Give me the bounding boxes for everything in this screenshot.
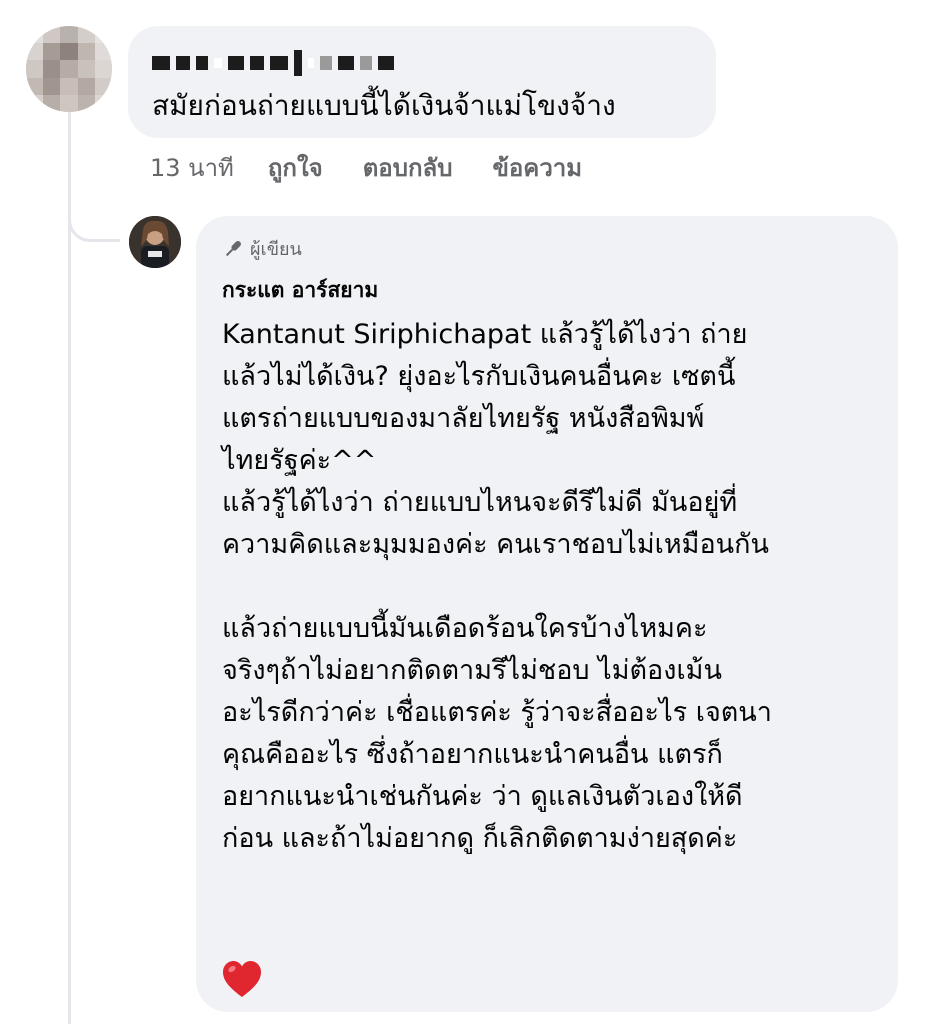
author-photo-icon bbox=[129, 216, 181, 268]
reply-author-name[interactable]: กระแต อาร์สยาม bbox=[222, 274, 378, 307]
reply-line: อะไรดีกว่าค่ะ เชื่อแตรค่ะ รู้ว่าจะสื่ออะ… bbox=[222, 697, 772, 728]
reply-line: Kantanut Siriphichapat แล้วรู้ได้ไงว่า ถ… bbox=[222, 319, 748, 350]
reply-line: คุณคืออะไร ซึ่งถ้าอยากแนะนำคนอื่น แตรก็ bbox=[222, 739, 723, 770]
thread-reply-connector bbox=[68, 186, 120, 242]
reply-line: แล้วรู้ได้ไงว่า ถ่ายแบบไหนจะดีรึไม่ดี มั… bbox=[222, 487, 738, 518]
like-button[interactable]: ถูกใจ bbox=[268, 152, 323, 184]
reply-author-avatar[interactable] bbox=[129, 216, 181, 268]
comment-text: สมัยก่อนถ่ายแบบนี้ได้เงินจ้าแม่โขงจ้าง bbox=[152, 89, 616, 122]
microphone-icon bbox=[225, 240, 241, 256]
thread-connector-line bbox=[68, 112, 71, 1024]
reply-line: ความคิดและมุมมองค่ะ คนเราชอบไม่เหมือนกัน bbox=[222, 529, 769, 560]
reply-line: จริงๆถ้าไม่อยากติดตามรึไม่ชอบ ไม่ต้องเม้… bbox=[222, 655, 722, 686]
reply-line: แล้วถ่ายแบบนี้มันเดือดร้อนใครบ้างไหมคะ bbox=[222, 613, 708, 644]
comment-actions: 13 นาที ถูกใจ ตอบกลับ ข้อความ bbox=[150, 152, 622, 184]
author-badge-label: ผู้เขียน bbox=[250, 239, 302, 260]
reply-text: Kantanut Siriphichapat แล้วรู้ได้ไงว่า ถ… bbox=[222, 314, 882, 860]
message-button[interactable]: ข้อความ bbox=[492, 152, 582, 184]
reply-line: แตรถ่ายแบบของมาลัยไทยรัฐ หนังสือพิมพ์ bbox=[222, 403, 705, 434]
commenter-avatar[interactable] bbox=[26, 26, 112, 112]
comment-thread: สมัยก่อนถ่ายแบบนี้ได้เงินจ้าแม่โขงจ้าง 1… bbox=[0, 0, 925, 1024]
reply-line: ก่อน และถ้าไม่อยากดู ก็เลิกติดตามง่ายสุด… bbox=[222, 823, 738, 854]
reply-line: แล้วไม่ได้เงิน? ยุ่งอะไรกับเงินคนอื่นคะ … bbox=[222, 361, 736, 392]
reply-line: ไทยรัฐค่ะ^^ bbox=[222, 445, 377, 476]
heart-emoji-icon bbox=[223, 961, 261, 997]
reply-button[interactable]: ตอบกลับ bbox=[363, 152, 453, 184]
reply-line: อยากแนะนำเช่นกันค่ะ ว่า ดูแลเงินตัวเองให… bbox=[222, 781, 743, 812]
censored-commenter-name[interactable] bbox=[152, 50, 394, 76]
comment-timestamp[interactable]: 13 นาที bbox=[150, 152, 234, 184]
author-badge: ผู้เขียน bbox=[222, 234, 302, 263]
pixelated-avatar-image bbox=[26, 26, 112, 112]
